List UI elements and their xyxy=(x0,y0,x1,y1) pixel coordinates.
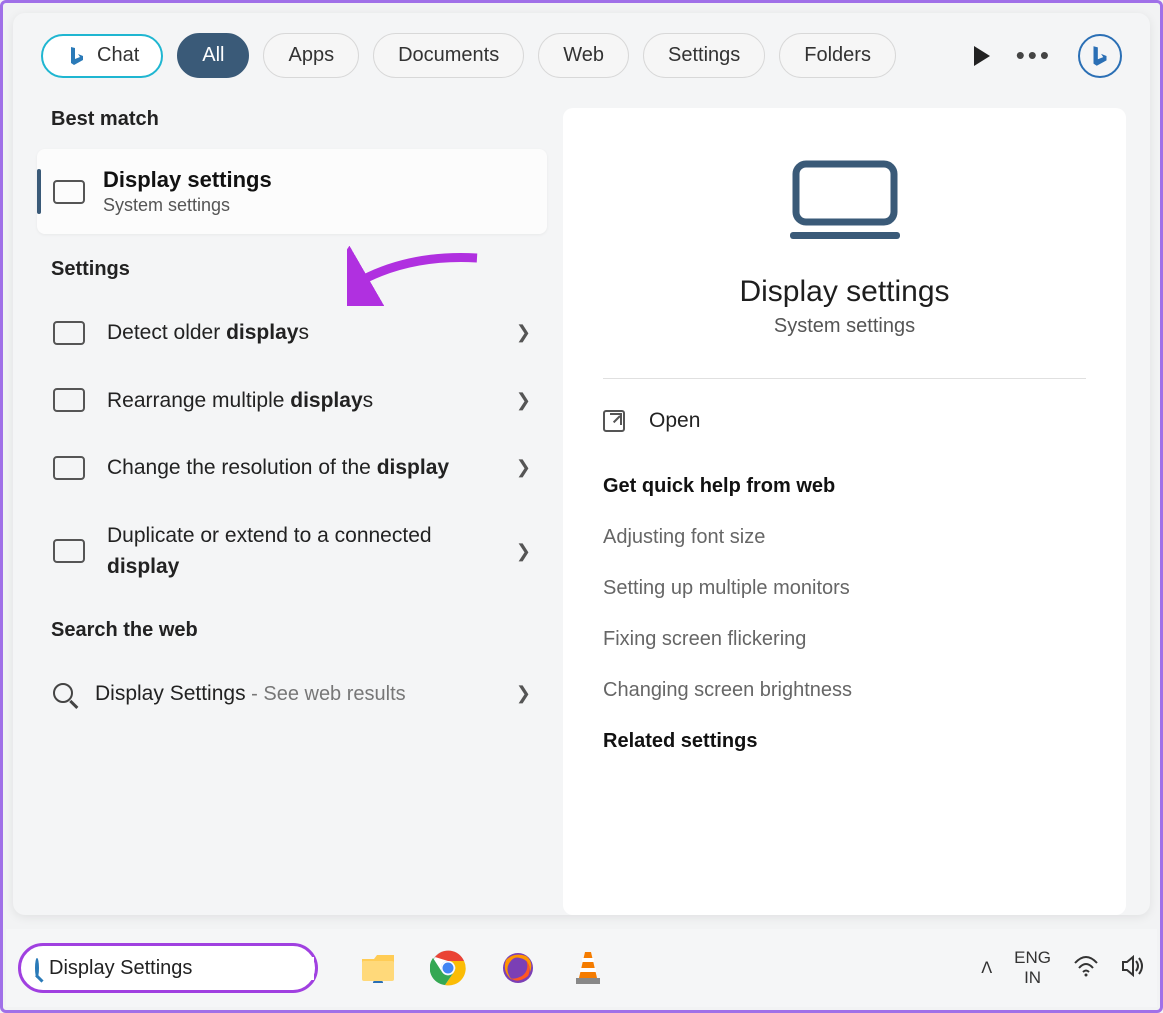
display-icon xyxy=(53,456,85,480)
search-results-panel: Chat All Apps Documents Web Settings Fol… xyxy=(13,13,1150,915)
external-link-icon xyxy=(603,410,625,432)
more-tabs-arrow-icon[interactable] xyxy=(974,46,990,66)
taskbar-search-input[interactable] xyxy=(49,957,314,980)
firefox-icon[interactable] xyxy=(498,948,538,988)
display-hero-icon xyxy=(790,158,900,245)
help-link-font-size[interactable]: Adjusting font size xyxy=(603,526,1086,549)
display-icon xyxy=(53,180,85,204)
search-icon xyxy=(53,683,73,703)
tab-documents[interactable]: Documents xyxy=(373,33,524,78)
tab-settings[interactable]: Settings xyxy=(643,33,765,78)
setting-text: Rearrange multiple displays xyxy=(107,385,494,417)
options-ellipsis-icon[interactable]: ••• xyxy=(1016,40,1052,71)
help-link-multiple-monitors[interactable]: Setting up multiple monitors xyxy=(603,577,1086,600)
tray-chevron-up-icon[interactable]: ᐱ xyxy=(981,958,992,978)
wifi-icon[interactable] xyxy=(1073,955,1099,982)
chat-tab[interactable]: Chat xyxy=(41,34,163,78)
setting-item-duplicate-extend[interactable]: Duplicate or extend to a connected displ… xyxy=(37,502,547,601)
chrome-icon[interactable] xyxy=(428,948,468,988)
setting-item-rearrange-displays[interactable]: Rearrange multiple displays ❯ xyxy=(37,367,547,435)
file-explorer-icon[interactable] xyxy=(358,948,398,988)
results-list: Best match Display settings System setti… xyxy=(37,108,547,915)
bing-chat-button[interactable] xyxy=(1078,34,1122,78)
chevron-right-icon: ❯ xyxy=(516,541,531,562)
chevron-right-icon: ❯ xyxy=(516,457,531,478)
bing-icon xyxy=(65,44,89,68)
details-title: Display settings xyxy=(603,275,1086,309)
speaker-icon[interactable] xyxy=(1121,955,1145,982)
details-subtitle: System settings xyxy=(603,315,1086,338)
best-match-subtitle: System settings xyxy=(103,195,272,216)
filter-tabs-row: Chat All Apps Documents Web Settings Fol… xyxy=(13,13,1150,78)
chevron-right-icon: ❯ xyxy=(516,322,531,343)
chevron-right-icon: ❯ xyxy=(516,390,531,411)
setting-text: Duplicate or extend to a connected displ… xyxy=(107,520,494,583)
display-icon xyxy=(53,388,85,412)
search-web-heading: Search the web xyxy=(51,619,547,642)
tab-all[interactable]: All xyxy=(177,33,249,78)
open-action[interactable]: Open xyxy=(603,409,1086,433)
settings-heading: Settings xyxy=(51,258,547,281)
details-pane: Display settings System settings Open Ge… xyxy=(563,108,1126,915)
web-result-item[interactable]: Display Settings - See web results ❯ xyxy=(37,660,547,728)
quick-help-heading: Get quick help from web xyxy=(603,475,1086,498)
setting-item-change-resolution[interactable]: Change the resolution of the display ❯ xyxy=(37,434,547,502)
web-result-text: Display Settings - See web results xyxy=(95,678,494,710)
related-settings-heading: Related settings xyxy=(603,730,1086,753)
taskbar: ᐱ ENG IN xyxy=(6,929,1157,1007)
setting-text: Change the resolution of the display xyxy=(107,452,494,484)
system-tray: ᐱ ENG IN xyxy=(981,948,1145,989)
help-link-screen-flickering[interactable]: Fixing screen flickering xyxy=(603,628,1086,651)
display-icon xyxy=(53,539,85,563)
tab-web[interactable]: Web xyxy=(538,33,629,78)
search-icon xyxy=(35,958,39,978)
vlc-icon[interactable] xyxy=(568,948,608,988)
tab-folders[interactable]: Folders xyxy=(779,33,896,78)
best-match-title: Display settings xyxy=(103,167,272,193)
tab-apps[interactable]: Apps xyxy=(263,33,359,78)
best-match-heading: Best match xyxy=(51,108,547,131)
taskbar-search-box[interactable] xyxy=(18,943,318,993)
display-icon xyxy=(53,321,85,345)
best-match-result[interactable]: Display settings System settings xyxy=(37,149,547,234)
language-indicator[interactable]: ENG IN xyxy=(1014,948,1051,989)
help-link-screen-brightness[interactable]: Changing screen brightness xyxy=(603,679,1086,702)
setting-text: Detect older displays xyxy=(107,317,494,349)
setting-item-detect-displays[interactable]: Detect older displays ❯ xyxy=(37,299,547,367)
chat-label: Chat xyxy=(97,44,139,67)
chevron-right-icon: ❯ xyxy=(516,683,531,704)
open-label: Open xyxy=(649,409,700,433)
divider xyxy=(603,378,1086,379)
